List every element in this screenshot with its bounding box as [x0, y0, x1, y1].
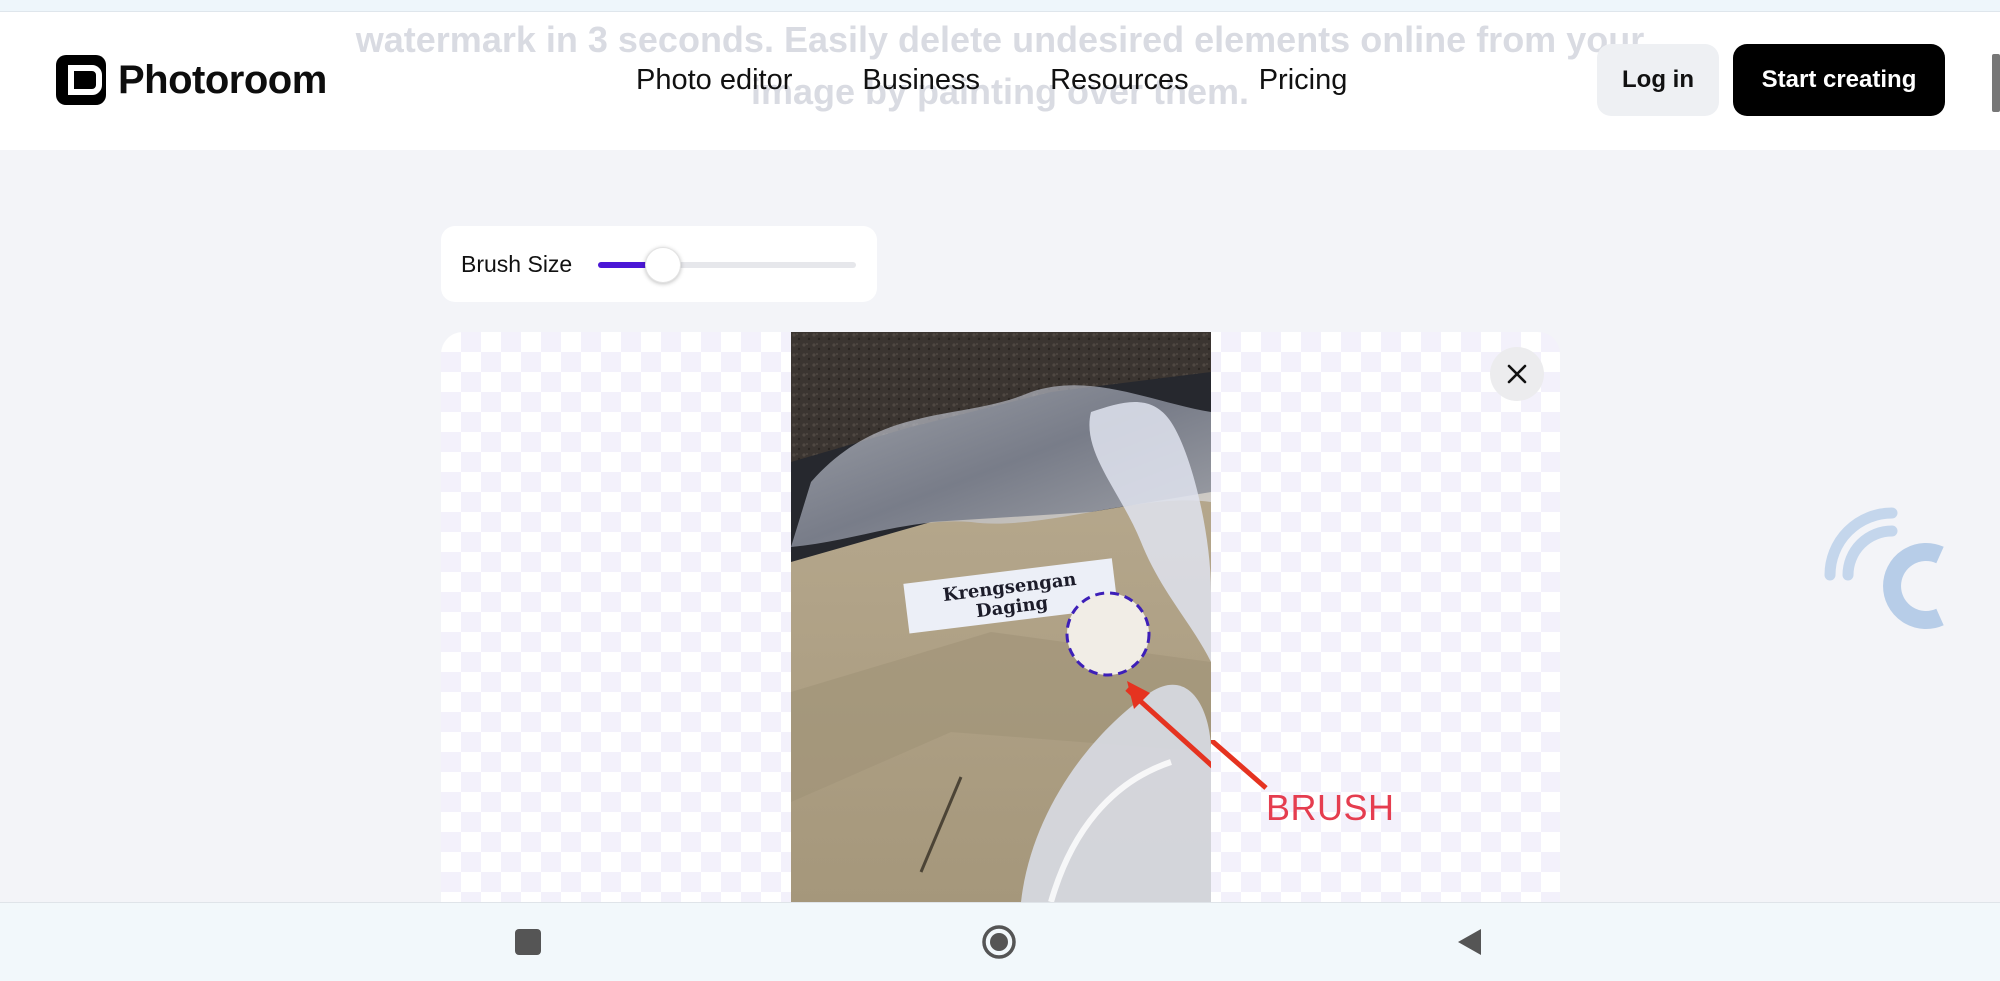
nav-pricing[interactable]: Pricing — [1259, 64, 1348, 97]
brush-size-slider-thumb[interactable] — [644, 247, 681, 283]
nav-photo-editor[interactable]: Photo editor — [636, 64, 792, 97]
annotation-arrow — [1211, 740, 1268, 790]
start-creating-button[interactable]: Start creating — [1733, 44, 1945, 116]
brush-size-slider[interactable] — [598, 262, 856, 268]
back-button[interactable] — [1449, 922, 1489, 962]
login-button[interactable]: Log in — [1597, 44, 1719, 116]
watermark-logo — [1824, 507, 1944, 629]
recent-apps-button[interactable] — [508, 922, 548, 962]
logo-text: Photoroom — [118, 57, 327, 102]
photoroom-logo[interactable]: Photoroom — [56, 55, 327, 105]
brush-cursor — [1065, 591, 1151, 677]
main-nav: Photo editor Business Resources Pricing — [636, 64, 1347, 97]
close-icon — [1507, 364, 1527, 384]
brush-size-label: Brush Size — [461, 250, 573, 277]
photoroom-logo-icon — [56, 55, 106, 105]
triangle-back-icon — [1458, 929, 1481, 955]
nav-resources[interactable]: Resources — [1050, 64, 1189, 97]
status-strip — [0, 0, 2000, 12]
site-header: watermark in 3 seconds. Easily delete un… — [0, 12, 2000, 150]
square-icon — [515, 929, 541, 955]
home-button[interactable] — [979, 922, 1019, 962]
brush-annotation-label: BRUSH — [1266, 787, 1395, 828]
scroll-edge-indicator — [1992, 54, 2000, 112]
circle-icon — [982, 925, 1016, 959]
close-button[interactable] — [1490, 347, 1544, 401]
edited-photo[interactable]: Krengsengan Daging — [791, 332, 1211, 902]
nav-business[interactable]: Business — [862, 64, 980, 97]
